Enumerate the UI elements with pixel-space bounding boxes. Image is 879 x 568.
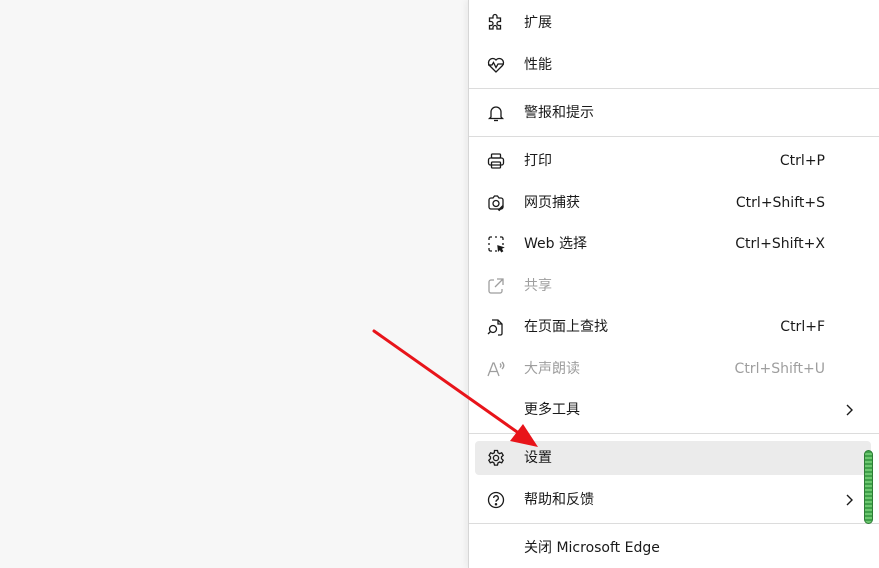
menu-item-label: 打印 bbox=[524, 153, 552, 169]
menu-item-label: 网页捕获 bbox=[524, 195, 580, 211]
menu-item-close-edge[interactable]: 关闭 Microsoft Edge bbox=[475, 531, 871, 565]
menu-item-share: 共享 bbox=[475, 269, 871, 303]
read-aloud-icon bbox=[487, 361, 505, 377]
share-icon bbox=[488, 278, 504, 294]
menu-item-print[interactable]: 打印 Ctrl+P bbox=[475, 144, 871, 178]
menu-item-shortcut: Ctrl+Shift+X bbox=[735, 236, 825, 252]
menu-item-label: 设置 bbox=[524, 450, 552, 466]
menu-item-label: 关闭 Microsoft Edge bbox=[524, 540, 660, 556]
menu-item-more-tools[interactable]: 更多工具 bbox=[475, 393, 871, 427]
menu-item-alerts[interactable]: 警报和提示 bbox=[475, 96, 871, 130]
puzzle-icon bbox=[488, 13, 502, 30]
menu-item-extensions[interactable]: 扩展 bbox=[475, 6, 871, 40]
menu-item-find-on-page[interactable]: 在页面上查找 Ctrl+F bbox=[475, 310, 871, 344]
menu-item-label: 帮助和反馈 bbox=[524, 492, 594, 508]
menu-item-web-capture[interactable]: 网页捕获 Ctrl+Shift+S bbox=[475, 186, 871, 220]
menu-item-shortcut: Ctrl+Shift+U bbox=[734, 361, 825, 377]
menu-item-settings[interactable]: 设置 bbox=[475, 441, 871, 475]
menu-separator bbox=[469, 136, 879, 137]
bell-icon bbox=[487, 106, 505, 122]
scrollbar-thumb[interactable] bbox=[864, 450, 873, 524]
printer-icon bbox=[487, 153, 505, 169]
menu-item-label: Web 选择 bbox=[524, 236, 587, 252]
menu-separator bbox=[469, 523, 879, 524]
menu-item-label: 在页面上查找 bbox=[524, 319, 608, 335]
menu-item-label: 更多工具 bbox=[524, 402, 580, 418]
menu-separator bbox=[469, 433, 879, 434]
menu-item-label: 扩展 bbox=[524, 15, 552, 31]
menu-item-shortcut: Ctrl+Shift+S bbox=[735, 195, 825, 211]
find-icon bbox=[487, 319, 503, 336]
menu-item-label: 性能 bbox=[524, 57, 552, 73]
menu-item-label: 共享 bbox=[524, 278, 552, 294]
menu-item-label: 警报和提示 bbox=[524, 105, 594, 121]
menu-item-help-feedback[interactable]: 帮助和反馈 bbox=[475, 483, 871, 517]
chevron-right-icon bbox=[846, 404, 853, 416]
heartbeat-icon bbox=[487, 57, 505, 73]
menu-item-web-select[interactable]: Web 选择 Ctrl+Shift+X bbox=[475, 227, 871, 261]
help-icon bbox=[487, 491, 505, 509]
chevron-right-icon bbox=[846, 494, 853, 506]
menu-separator bbox=[469, 88, 879, 89]
web-select-icon bbox=[488, 236, 505, 253]
menu-item-label: 大声朗读 bbox=[524, 361, 580, 377]
menu-item-performance[interactable]: 性能 bbox=[475, 48, 871, 82]
menu-item-shortcut: Ctrl+F bbox=[780, 319, 825, 335]
browser-settings-menu: 扩展 性能 警报和提示 打印 Ctrl+P 网页捕获 Ctrl+Shift+S … bbox=[468, 0, 879, 568]
gear-icon bbox=[487, 449, 505, 466]
menu-item-read-aloud: 大声朗读 Ctrl+Shift+U bbox=[475, 352, 871, 386]
menu-item-shortcut: Ctrl+P bbox=[779, 153, 825, 169]
screenshot-icon bbox=[488, 195, 504, 212]
